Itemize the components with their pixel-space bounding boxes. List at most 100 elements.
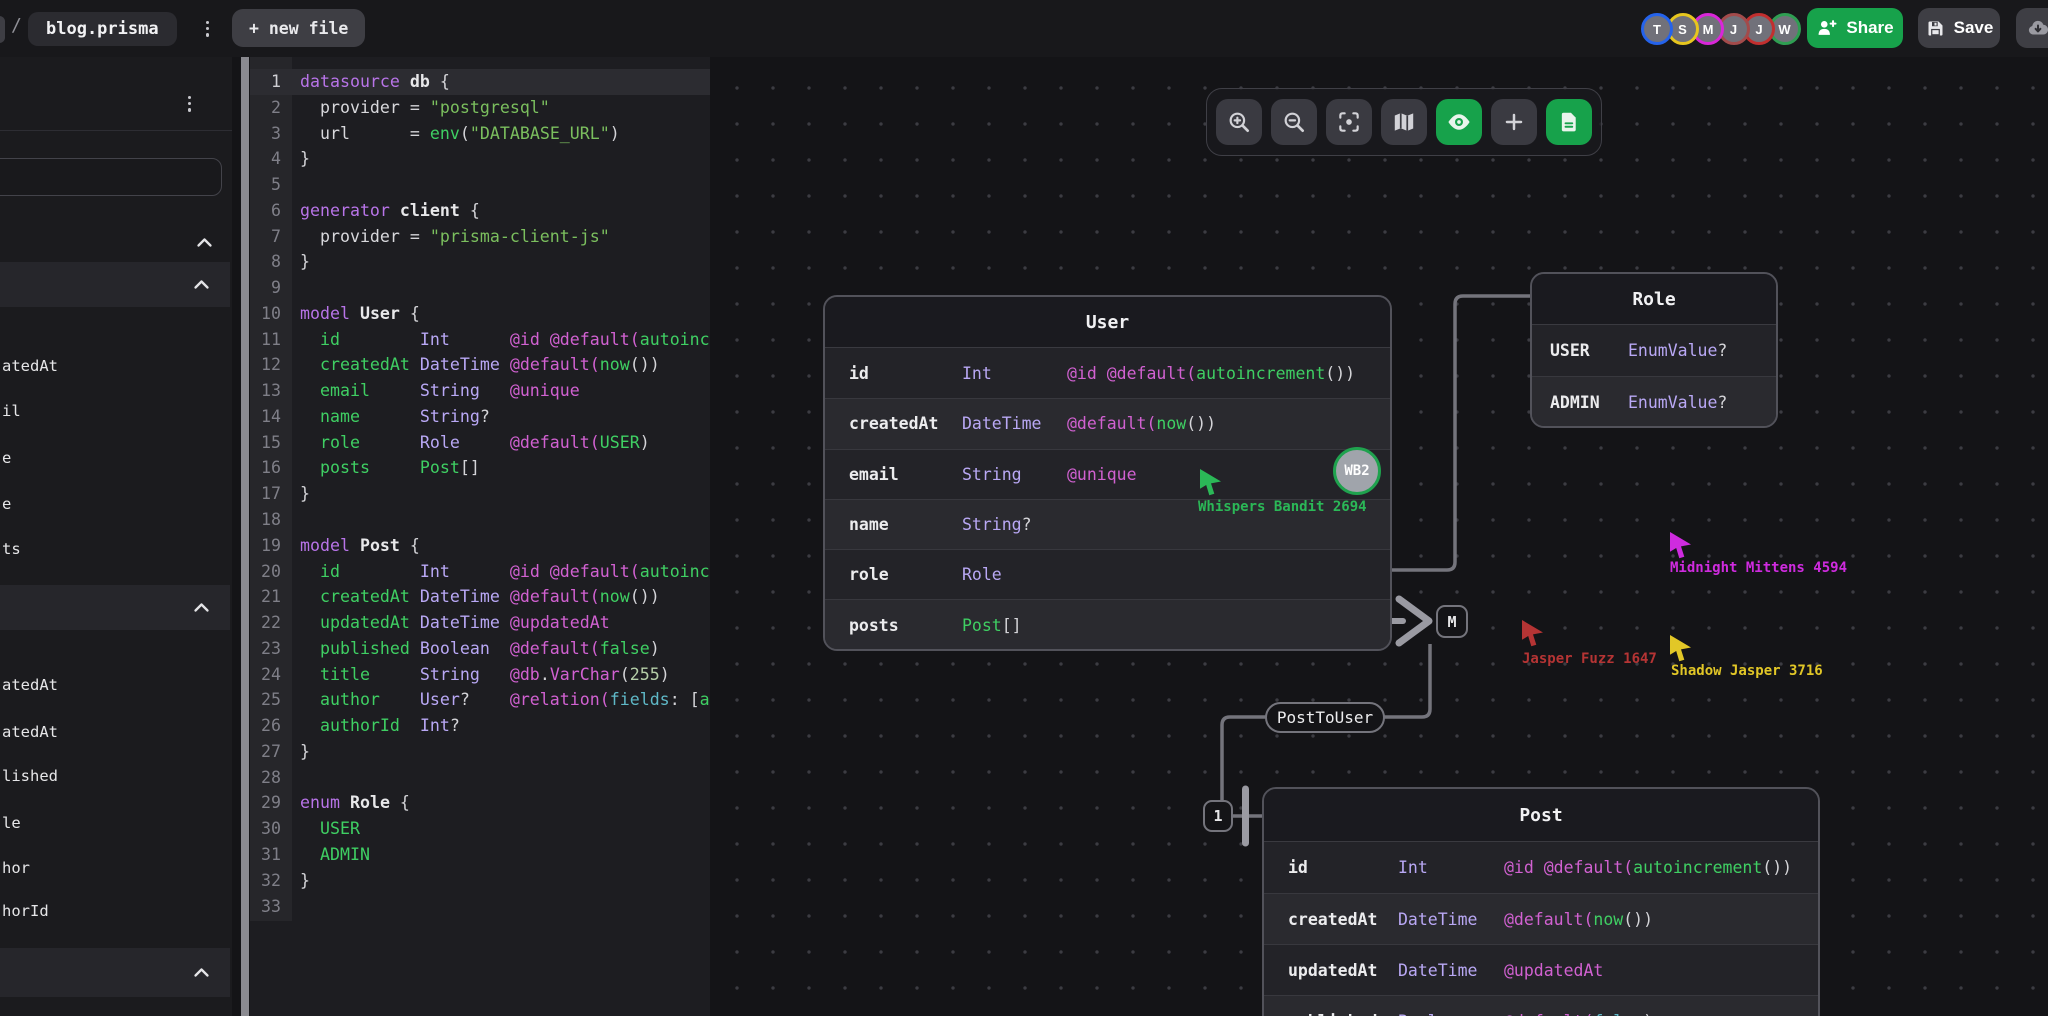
editor-line-5[interactable]: 5 [250,172,710,198]
doc-button[interactable] [1546,99,1592,145]
editor-line-32[interactable]: 32} [250,868,710,894]
pane-resize-handle[interactable] [241,57,249,1016]
outline-field-item[interactable]: e [2,446,11,470]
schema-code-editor[interactable]: 1datasource db {2 provider = "postgresql… [250,57,710,1016]
diagram-table-user[interactable]: UseridInt@id @default(autoincrement())cr… [823,295,1392,651]
editor-line-27[interactable]: 27} [250,739,710,765]
line-number: 5 [250,172,292,198]
editor-line-18[interactable]: 18 [250,507,710,533]
chevron-up-icon[interactable] [196,233,213,252]
table-row-id: idInt@id @default(autoincrement()) [825,348,1390,398]
code-text: generator client { [292,198,480,224]
code-text: model Post { [292,533,420,559]
editor-line-2[interactable]: 2 provider = "postgresql" [250,95,710,121]
token-pn [340,562,420,581]
save-button[interactable]: Save [1918,8,2000,48]
editor-line-23[interactable]: 23 published Boolean @default(false) [250,636,710,662]
share-button[interactable]: Share [1807,8,1903,48]
outline-field-item[interactable]: hor [2,856,30,880]
editor-line-11[interactable]: 11 id Int @id @default(autoincrement()) [250,327,710,353]
token-ty: Int [420,562,450,581]
editor-line-19[interactable]: 19model Post { [250,533,710,559]
token-pn: ? [1717,393,1727,412]
code-text: posts Post[] [292,455,480,481]
editor-line-7[interactable]: 7 provider = "prisma-client-js" [250,224,710,250]
line-number: 17 [250,481,292,507]
file-menu-icon[interactable] [200,15,215,43]
editor-line-14[interactable]: 14 name String? [250,404,710,430]
map-button[interactable] [1381,99,1427,145]
token-pn: ()) [1325,364,1355,383]
token-pn: ()) [630,587,660,606]
token-ty: String [420,381,480,400]
editor-line-15[interactable]: 15 role Role @default(USER) [250,430,710,456]
editor-line-33[interactable]: 33 [250,894,710,920]
field-name: USER [1550,341,1628,360]
editor-line-22[interactable]: 22 updatedAt DateTime @updatedAt [250,610,710,636]
token-pn: [] [460,458,480,477]
editor-line-21[interactable]: 21 createdAt DateTime @default(now()) [250,584,710,610]
editor-line-8[interactable]: 8} [250,249,710,275]
outline-field-item[interactable]: lished [2,764,58,788]
sidebar-menu-icon[interactable] [182,90,197,118]
zoom-in-button[interactable] [1216,99,1262,145]
outline-field-item[interactable]: atedAt [2,673,58,697]
token-ty: String [420,407,480,426]
section-header-role-enum[interactable] [0,948,230,997]
download-button[interactable] [2016,8,2048,48]
zoom-out-button[interactable] [1271,99,1317,145]
token-pn: ? [1022,515,1032,534]
token-fd: now [1156,414,1186,433]
editor-line-4[interactable]: 4} [250,146,710,172]
outline-field-item[interactable]: atedAt [2,720,58,744]
editor-line-24[interactable]: 24 title String @db.VarChar(255) [250,662,710,688]
outline-field-item[interactable]: ts [2,537,21,561]
editor-line-31[interactable]: 31 ADMIN [250,842,710,868]
editor-line-30[interactable]: 30 USER [250,816,710,842]
editor-line-28[interactable]: 28 [250,765,710,791]
token-pn [300,407,320,426]
editor-line-13[interactable]: 13 email String @unique [250,378,710,404]
token-fd: ADMIN [320,845,370,864]
focus-button[interactable] [1326,99,1372,145]
editor-line-17[interactable]: 17} [250,481,710,507]
editor-line-16[interactable]: 16 posts Post[] [250,455,710,481]
editor-line-6[interactable]: 6generator client { [250,198,710,224]
outline-field-item[interactable]: atedAt [2,354,58,378]
editor-line-12[interactable]: 12 createdAt DateTime @default(now()) [250,352,710,378]
editor-line-1[interactable]: 1datasource db { [250,69,710,95]
add-button[interactable] [1491,99,1537,145]
token-pn [500,587,510,606]
token-pn: ()) [1186,414,1216,433]
editor-line-3[interactable]: 3 url = env("DATABASE_URL") [250,121,710,147]
cut-off-nav-item[interactable] [0,16,5,43]
collaborator-cursor-label: Midnight Mittens 4594 [1670,560,1847,576]
section-header-user-model[interactable] [0,262,230,307]
section-header-post-model[interactable] [0,585,230,630]
line-number: 33 [250,894,292,920]
diagram-table-post[interactable]: PostidInt@id @default(autoincrement())cr… [1262,787,1820,1016]
outline-field-item[interactable]: il [2,399,21,423]
editor-line-25[interactable]: 25 author User? @relation(fields: [autho… [250,687,710,713]
cloud-download-icon [2026,16,2048,40]
token-pn [300,845,320,864]
line-number: 24 [250,662,292,688]
token-ty: User [420,690,460,709]
outline-field-item[interactable]: horId [2,899,49,923]
code-text: id Int @id @default(autoincrement()) [292,327,710,353]
collaborator-avatar[interactable]: T [1641,13,1673,45]
filename-chip[interactable]: blog.prisma [28,12,177,46]
editor-line-9[interactable]: 9 [250,275,710,301]
eye-button[interactable] [1436,99,1482,145]
token-at: VarChar [550,665,620,684]
outline-field-item[interactable]: le [2,811,21,835]
editor-line-29[interactable]: 29enum Role { [250,790,710,816]
editor-line-10[interactable]: 10model User { [250,301,710,327]
outline-field-item[interactable]: e [2,492,11,516]
new-file-button[interactable]: + new file [232,9,365,47]
token-st: "postgresql" [430,98,550,117]
editor-line-26[interactable]: 26 authorId Int? [250,713,710,739]
outline-search-input[interactable] [0,158,222,196]
diagram-table-role[interactable]: RoleUSEREnumValue?ADMINEnumValue? [1530,272,1778,428]
editor-line-20[interactable]: 20 id Int @id @default(autoincrement()) [250,559,710,585]
